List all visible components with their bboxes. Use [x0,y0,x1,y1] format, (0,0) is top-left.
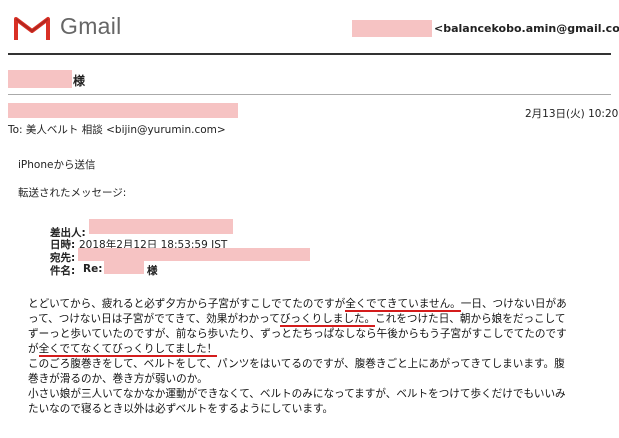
message-line-2: って、つけない日は子宮がでてきて、効果がわかってびっくりしました。これをつけた日… [28,311,566,327]
underlined-highlight: びっくりしました。 [279,313,376,327]
gmail-logo: Gmail [14,12,134,44]
gmail-m-icon [14,16,50,40]
message-line-4: が全くでてなくてびっくりしてました！ [28,341,218,357]
forwarded-label: 転送されたメッセージ: [18,187,127,199]
message-text: とどいてから、疲れると必ず夕方から子宮がすこしでてたのですが [28,298,346,310]
fwd-subject-label: 件名: [50,265,76,277]
message-text: これをつけた日、朝から娘をだっこして [375,313,566,325]
redacted-fwd-subject [104,259,144,274]
underlined-highlight: 全くでてなくてびっくりしてました！ [38,343,218,357]
message-line-8: たいなので寝るとき以外は必ずベルトをするようにしています。 [28,403,334,415]
message-line-6: 巻きが滑るのか、巻き方が弱いのか。 [28,373,208,385]
top-divider [8,53,611,55]
message-line-7: 小さい娘が三人いてなかなか運動ができなくて、ベルトのみになってますが、ベルトをつ… [28,388,566,400]
redacted-sender-name [352,20,432,37]
redacted-from-line [8,103,238,118]
recipient-suffix: 様 [73,74,86,88]
underlined-highlight: 全くでてきていません。 [345,298,461,312]
message-line-1: とどいてから、疲れると必ず夕方から子宮がすこしでてたのですが全くでてきていません… [28,296,567,312]
sent-from-iphone: iPhoneから送信 [18,159,96,171]
message-line-3: ずーっと歩いていたのですが、前なら歩いたり、ずっとたちっぱなしなら午後からもう子… [28,328,567,340]
redacted-recipient-name [8,70,72,88]
gmail-wordmark: Gmail [60,13,122,39]
fwd-subject-prefix: Re: [83,263,103,275]
fwd-subject-suffix: 様 [147,265,158,277]
message-text: が [28,343,39,355]
message-line-5: このごろ腹巻きをして、ベルトをして、パンツをはいてるのですが、腹巻きごと上にあが… [28,358,565,370]
message-date: 2月13日(火) 10:20 [525,108,619,120]
message-text: 一日、つけない日があ [460,298,567,310]
subject-divider [8,94,611,95]
message-text: って、つけない日は子宮がでてきて、効果がわかって [28,313,280,325]
redacted-fwd-from [89,219,233,234]
to-line: To: 美人ベルト 相談 <bijin@yurumin.com> [8,124,226,136]
sender-email: <balancekobo.amin@gmail.com> [434,22,619,35]
